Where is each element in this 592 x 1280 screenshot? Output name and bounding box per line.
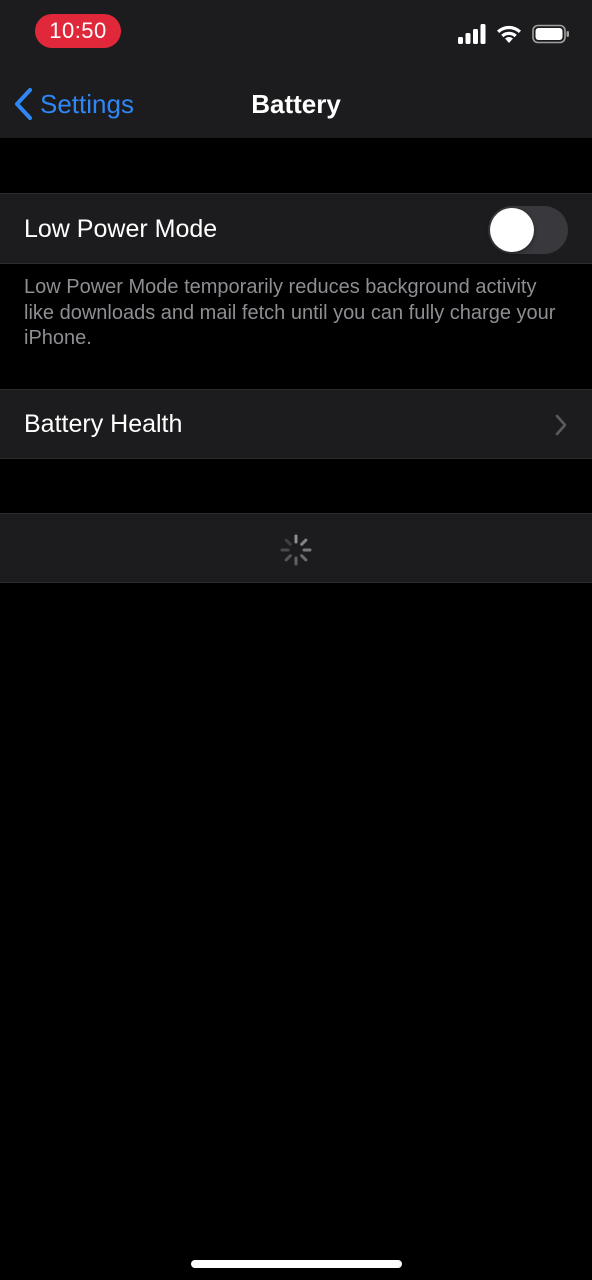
spinner-icon: [279, 533, 313, 567]
battery-health-row[interactable]: Battery Health: [0, 389, 592, 459]
navigation-bar: Settings Battery: [0, 70, 592, 138]
battery-health-label: Battery Health: [24, 410, 183, 438]
low-power-mode-label: Low Power Mode: [24, 215, 218, 243]
low-power-mode-row: Low Power Mode: [0, 193, 592, 264]
chevron-right-icon: [554, 414, 568, 436]
low-power-mode-description: Low Power Mode temporarily reduces backg…: [24, 276, 556, 349]
page-title: Battery: [251, 89, 341, 119]
home-indicator[interactable]: [191, 1260, 402, 1268]
status-icons: [458, 23, 570, 49]
status-bar: 10:50: [0, 0, 592, 70]
cellular-signal-icon: [458, 23, 486, 49]
toggle-knob: [490, 208, 534, 252]
battery-icon: [532, 24, 570, 49]
loading-row: [0, 513, 592, 583]
wifi-icon: [496, 24, 522, 49]
low-power-mode-toggle[interactable]: [488, 206, 568, 254]
status-time[interactable]: 10:50: [35, 14, 121, 48]
